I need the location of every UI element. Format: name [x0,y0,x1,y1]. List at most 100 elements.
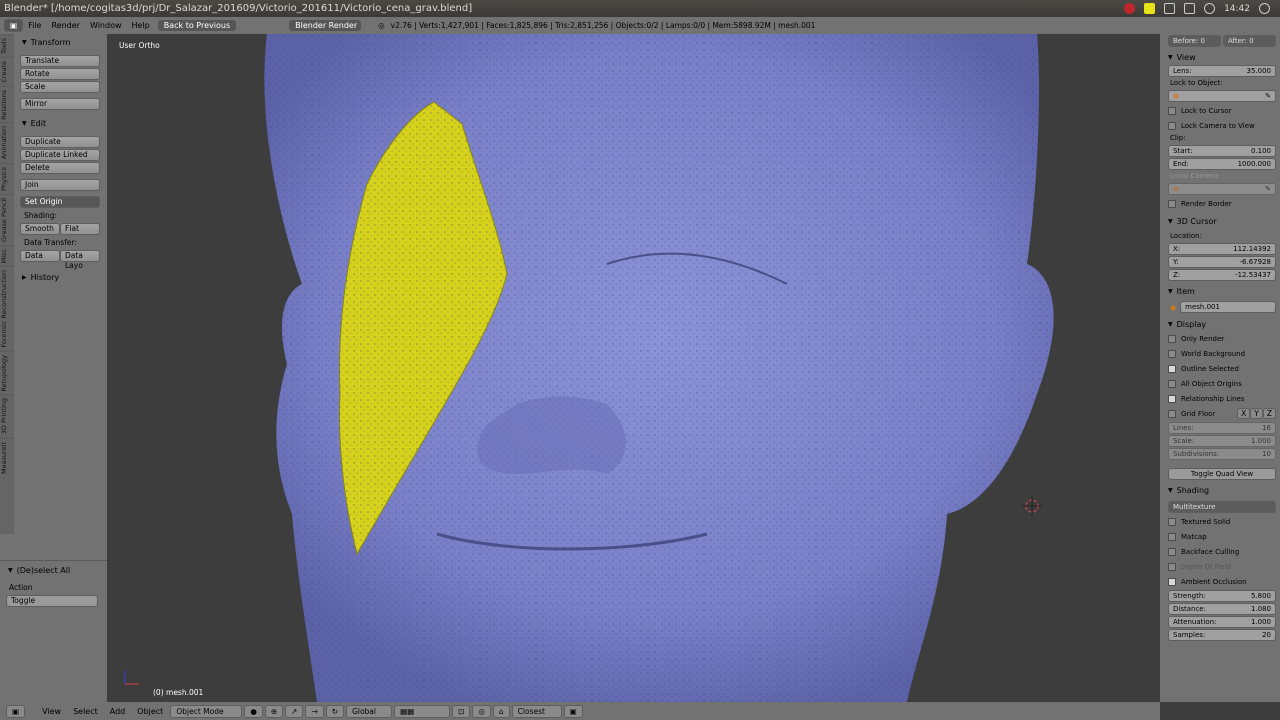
matcap-checkbox[interactable]: Matcap [1160,529,1280,544]
view-panel-header[interactable]: ▼ View [1160,50,1280,64]
viewport-shading-icon[interactable]: ● [244,704,263,718]
tab-3d-printing[interactable]: 3D Printing [0,394,14,438]
tab-misc[interactable]: Misc [0,244,14,267]
menu-help[interactable]: Help [127,21,155,30]
3d-viewport[interactable]: User Ortho (0) mesh.001 [107,34,1160,702]
snap-target-select[interactable]: Closest [511,704,562,718]
lock-to-cursor-checkbox[interactable]: Lock to Cursor [1160,103,1280,118]
only-render-checkbox[interactable]: Only Render [1160,331,1280,346]
mirror-button[interactable]: Mirror [20,98,100,110]
menu-window[interactable]: Window [85,21,127,30]
eyedropper-icon[interactable]: ✎ [1265,91,1271,101]
lock-layers-icon[interactable]: ⊡ [452,704,471,718]
transform-panel-header[interactable]: ▼ Transform [22,35,107,49]
menu-object[interactable]: Object [132,707,168,716]
tab-tools[interactable]: Tools [0,34,14,58]
back-to-previous-button[interactable]: Back to Previous [157,20,237,31]
data-layout-button[interactable]: Data Layo [60,250,100,270]
lock-camera-checkbox[interactable]: Lock Camera to View [1160,118,1280,133]
3d-cursor-panel-header[interactable]: ▼ 3D Cursor [1160,214,1280,228]
shading-panel-header[interactable]: ▼ Shading [1160,483,1280,497]
volume-icon[interactable] [1204,3,1216,14]
toggle-quad-view-button[interactable]: Toggle Quad View [1168,468,1276,480]
layers-grid[interactable]: ▦▦ [394,704,451,718]
cursor-x-field[interactable]: X: 112.14392 [1168,243,1276,255]
display-panel-header[interactable]: ▼ Display [1160,317,1280,331]
ao-attenuation-field[interactable]: Attenuation: 1.000 [1168,616,1276,628]
mode-select[interactable]: Object Mode [170,704,243,718]
ao-distance-field[interactable]: Distance: 1.080 [1168,603,1276,615]
item-panel-header[interactable]: ▼ Item [1160,284,1280,298]
editor-type-icon[interactable]: ▣ [4,19,24,32]
shading-mode-select[interactable]: Multitexture [1168,501,1276,513]
menu-add[interactable]: Add [105,707,131,716]
duplicate-button[interactable]: Duplicate [20,136,100,148]
menu-file[interactable]: File [23,21,46,30]
tab-relations[interactable]: Relations [0,85,14,123]
flat-button[interactable]: Flat [60,223,100,235]
rotate-manipulator-icon[interactable]: ↻ [325,704,345,718]
tab-retopology[interactable]: Retopology [0,350,14,395]
network-icon[interactable] [1164,3,1176,14]
join-button[interactable]: Join [20,179,100,191]
world-background-checkbox[interactable]: World Background [1160,346,1280,361]
opengl-render-icon[interactable]: ▣ [563,704,583,718]
tab-animation[interactable]: Animation [0,122,14,163]
render-engine-select[interactable]: Blender Render [289,20,362,31]
ao-strength-field[interactable]: Strength: 5.800 [1168,590,1276,602]
action-select[interactable]: Toggle [6,595,98,607]
notes-icon[interactable] [1144,3,1156,14]
editor-type-icon[interactable]: ▣ [6,704,26,718]
lock-object-field[interactable]: ◉ ✎ [1168,90,1276,102]
operator-panel-header[interactable]: ▼ (De)select All [8,563,107,577]
all-object-origins-checkbox[interactable]: All Object Origins [1160,376,1280,391]
after-field[interactable]: After: 0 [1223,35,1276,47]
history-panel-header[interactable]: ▶ History [22,270,107,284]
manipulator-icon[interactable]: ↗ [285,704,304,718]
clip-start-field[interactable]: Start: 0.100 [1168,145,1276,157]
tab-physics[interactable]: Physics [0,162,14,194]
clip-end-field[interactable]: End: 1000.000 [1168,158,1276,170]
proportional-edit-icon[interactable]: ◎ [472,704,491,718]
pivot-point-icon[interactable]: ⊕ [264,704,284,718]
delete-button[interactable]: Delete [20,162,100,174]
scale-button[interactable]: Scale [20,81,100,93]
ao-samples-field[interactable]: Samples: 20 [1168,629,1276,641]
translate-button[interactable]: Translate [20,55,100,67]
lens-field[interactable]: Lens: 35.000 [1168,65,1276,77]
tab-grease-pencil[interactable]: Grease Pencil [0,193,14,245]
power-icon[interactable] [1259,3,1270,14]
rotate-button[interactable]: Rotate [20,68,100,80]
ambient-occlusion-checkbox[interactable]: Ambient Occlusion [1160,574,1280,589]
orientation-select[interactable]: Global [346,704,393,718]
relationship-lines-checkbox[interactable]: Relationship Lines [1160,391,1280,406]
smooth-button[interactable]: Smooth [20,223,60,235]
cursor-y-field[interactable]: Y: -6.67928 [1168,256,1276,268]
cursor-z-field[interactable]: Z: -12.53437 [1168,269,1276,281]
snap-icon[interactable]: ⌂ [492,704,510,718]
data-button[interactable]: Data [20,250,60,262]
set-origin-select[interactable]: Set Origin [20,196,100,208]
tab-measureit[interactable]: Measureit [0,437,14,477]
textured-solid-checkbox[interactable]: Textured Solid [1160,514,1280,529]
translate-manipulator-icon[interactable]: → [305,704,324,718]
tab-create[interactable]: Create [0,57,14,86]
record-icon[interactable] [1124,3,1136,14]
menu-render[interactable]: Render [46,21,84,30]
grid-x-toggle[interactable]: X [1237,408,1251,419]
keyboard-icon[interactable] [1184,3,1196,14]
clock[interactable]: 14:42 [1224,4,1250,14]
menu-view[interactable]: View [37,707,66,716]
grid-floor-checkbox[interactable]: Grid Floor X Y Z [1160,406,1280,421]
grid-z-toggle[interactable]: Z [1262,408,1276,419]
render-border-checkbox[interactable]: Render Border [1160,196,1280,211]
backface-culling-checkbox[interactable]: Backface Culling [1160,544,1280,559]
item-name-field[interactable]: mesh.001 [1180,301,1276,313]
before-field[interactable]: Before: 0 [1168,35,1221,47]
duplicate-linked-button[interactable]: Duplicate Linked [20,149,100,161]
tab-forensic-reconstruction[interactable]: Forensic Reconstruction [0,266,14,351]
edit-panel-header[interactable]: ▼ Edit [22,116,107,130]
grid-y-toggle[interactable]: Y [1250,408,1263,419]
menu-select[interactable]: Select [68,707,103,716]
outline-selected-checkbox[interactable]: Outline Selected [1160,361,1280,376]
